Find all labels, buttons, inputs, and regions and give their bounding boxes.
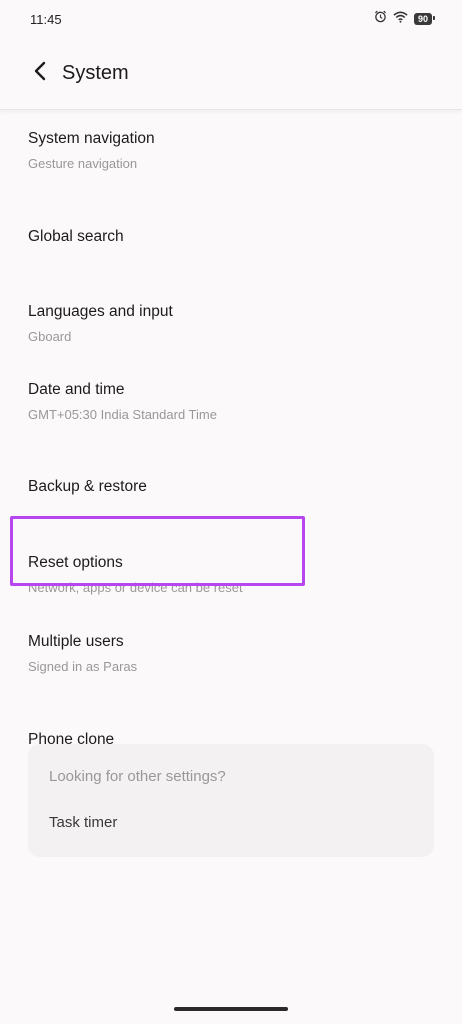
alarm-icon [374, 10, 387, 28]
setting-title: Languages and input [28, 302, 173, 320]
setting-subtitle: Gboard [28, 328, 72, 344]
status-icons: 90 [374, 10, 436, 28]
suggestions-card: Looking for other settings? Task timer [28, 744, 434, 857]
setting-title: Date and time [28, 380, 125, 398]
setting-subtitle: Network, apps or device can be reset [28, 579, 243, 595]
battery-icon: 90 [413, 13, 436, 25]
setting-title: Global search [28, 228, 124, 245]
setting-multiple-users[interactable]: Multiple users Signed in as Paras [0, 614, 462, 692]
setting-subtitle: GMT+05:30 India Standard Time [28, 406, 217, 422]
back-arrow-icon [33, 61, 47, 86]
back-button[interactable] [22, 56, 58, 92]
setting-system-navigation[interactable]: System navigation Gesture navigation [0, 110, 462, 190]
home-indicator[interactable] [174, 1007, 288, 1011]
screen: 11:45 90 System System navigation Gestur… [0, 0, 462, 1024]
status-bar: 11:45 90 [0, 0, 462, 38]
page-title: System [62, 62, 129, 84]
status-time: 11:45 [30, 11, 62, 27]
setting-languages-input[interactable]: Languages and input Gboard [0, 284, 462, 362]
wifi-icon [393, 10, 408, 28]
setting-title: Reset options [28, 553, 123, 571]
setting-title: System navigation [28, 129, 155, 147]
setting-title: Multiple users [28, 632, 124, 650]
setting-global-search[interactable]: Global search [0, 190, 462, 284]
task-timer-link[interactable]: Task timer [49, 814, 117, 831]
app-bar: System [0, 38, 462, 110]
suggestions-heading: Looking for other settings? [49, 768, 226, 785]
setting-backup-restore[interactable]: Backup & restore [0, 440, 462, 534]
setting-subtitle: Gesture navigation [28, 155, 138, 171]
settings-list: System navigation Gesture navigation Glo… [0, 110, 462, 788]
setting-date-time[interactable]: Date and time GMT+05:30 India Standard T… [0, 362, 462, 440]
setting-subtitle: Signed in as Paras [28, 658, 138, 674]
setting-title: Backup & restore [28, 478, 147, 495]
setting-reset-options[interactable]: Reset options Network, apps or device ca… [0, 534, 462, 614]
